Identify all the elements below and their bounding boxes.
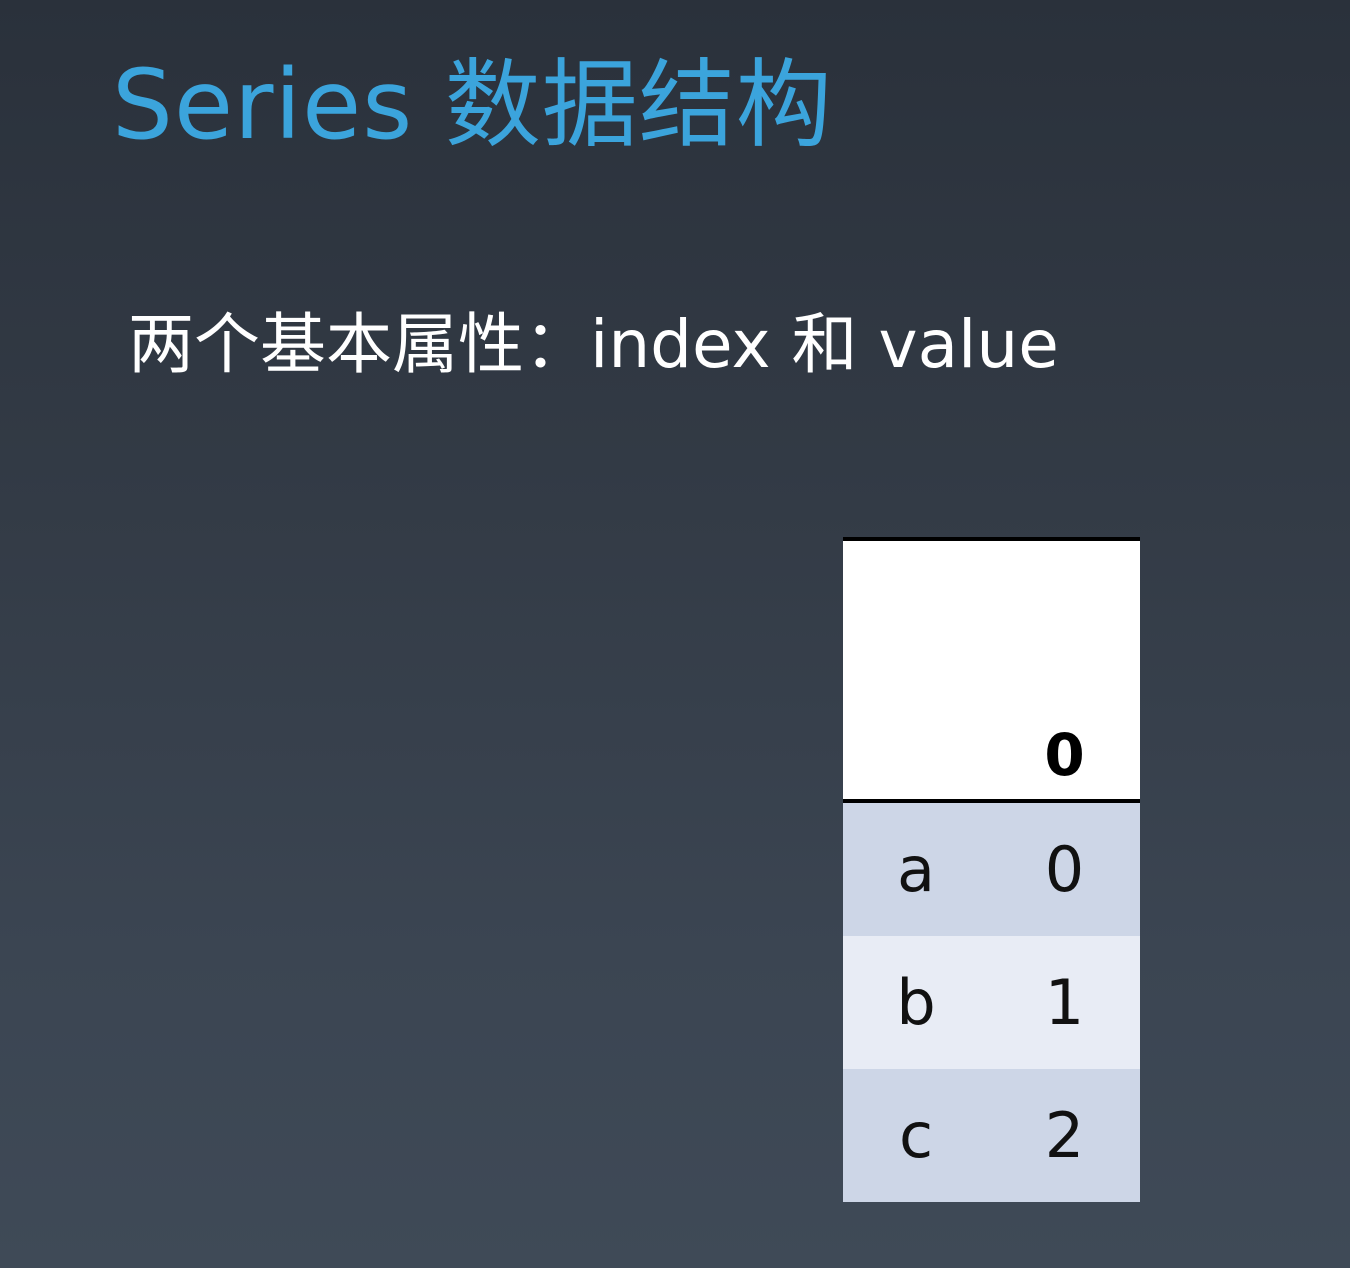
column-header: 0 bbox=[989, 537, 1140, 803]
series-table: 0 a 0 b 1 c 2 bbox=[843, 537, 1140, 1202]
row-value-cell: 2 bbox=[989, 1069, 1140, 1202]
row-index-cell: b bbox=[843, 936, 989, 1069]
row-value-cell: 0 bbox=[989, 801, 1140, 936]
slide-title: Series 数据结构 bbox=[112, 49, 833, 161]
table-corner-cell bbox=[843, 537, 989, 803]
row-index-cell: c bbox=[843, 1069, 989, 1202]
table-row: c 2 bbox=[843, 1069, 1140, 1202]
row-index-cell: a bbox=[843, 801, 989, 936]
table-row: b 1 bbox=[843, 936, 1140, 1069]
table-header-row: 0 bbox=[843, 537, 1140, 803]
row-value-cell: 1 bbox=[989, 936, 1140, 1069]
table-row: a 0 bbox=[843, 801, 1140, 936]
slide-subtitle: 两个基本属性：index 和 value bbox=[128, 306, 1059, 383]
